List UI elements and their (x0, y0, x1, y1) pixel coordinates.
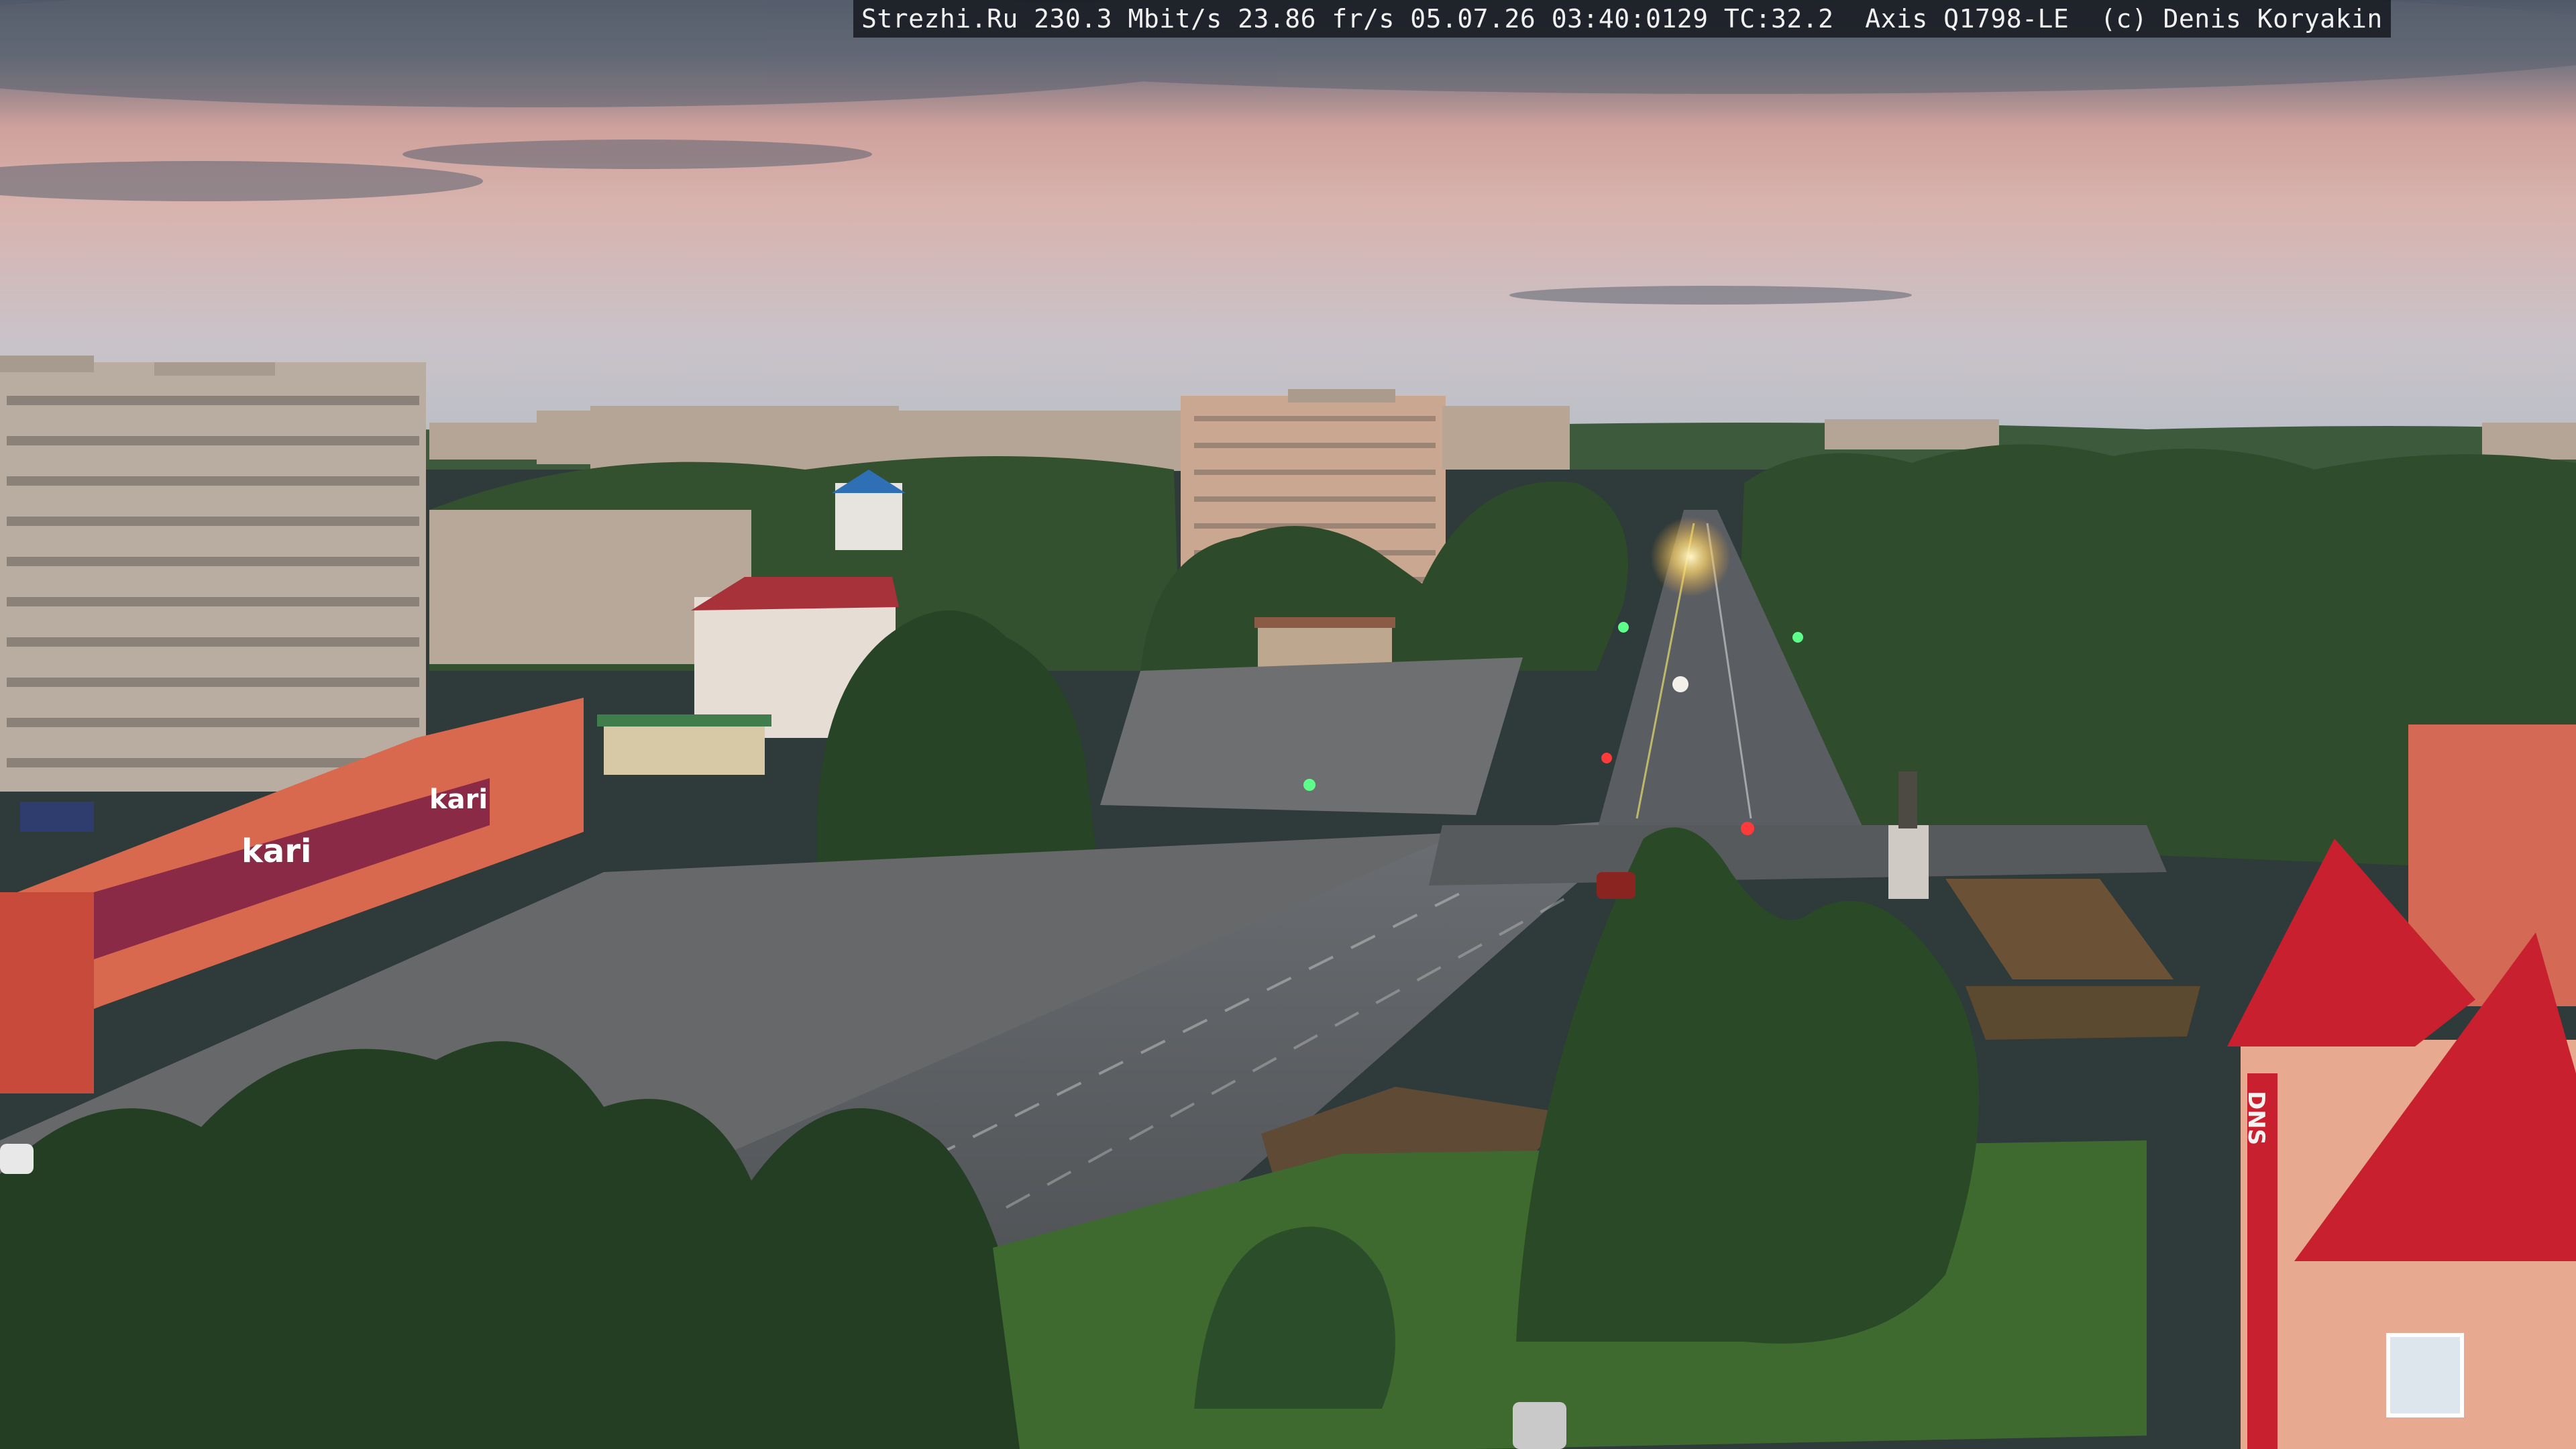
overlay-site: Strezhi.Ru (861, 4, 1018, 34)
flowerbed-lower (1966, 986, 2200, 1040)
square-asphalt (1100, 657, 1523, 815)
white-car-left (0, 1144, 34, 1174)
street-lamp-glow (1650, 517, 1731, 597)
white-car-bottom (1513, 1402, 1566, 1449)
foreground-trees-center (1516, 827, 1979, 1344)
monument-statue (1898, 771, 1917, 828)
car-headlight (1672, 676, 1688, 692)
red-car (1597, 872, 1635, 899)
monument-base (1888, 825, 1929, 899)
crossroad (1429, 825, 2167, 885)
traffic-light-green-1 (1303, 779, 1316, 791)
overlay-bitrate: 230.3 Mbit/s (1034, 4, 1222, 34)
overlay-time: 03:40:0129 (1551, 4, 1709, 34)
traffic-light-red-2 (1601, 753, 1612, 763)
overlay-framerate: 23.86 fr/s (1238, 4, 1395, 34)
flowerbed-large (1945, 879, 2174, 979)
kari-sign-main: kari (241, 833, 311, 870)
camera-info-overlay: Strezhi.Ru 230.3 Mbit/s 23.86 fr/s 05.07… (853, 0, 2391, 38)
green-kiosk (604, 721, 765, 775)
left-apartment-block (0, 356, 426, 792)
overlay-tc: TC:32.2 (1723, 4, 1834, 34)
traffic-light-green-3 (1792, 632, 1803, 643)
overlay-camera: Axis Q1798-LE (1865, 4, 2070, 34)
traffic-light-red-1 (1741, 822, 1754, 835)
traffic-light-green-2 (1618, 622, 1629, 633)
kari-sign-top: kari (429, 784, 488, 815)
street-view-image: DNS kari kari (0, 0, 2576, 1449)
overlay-copyright: (c) Denis Koryakin (2100, 4, 2383, 34)
overlay-date: 05.07.26 (1410, 4, 1536, 34)
dns-sign: DNS (2243, 1091, 2269, 1145)
webcam-scene: DNS kari kari Strezhi.Ru 230.3 Mbit/s 23… (0, 0, 2576, 1449)
